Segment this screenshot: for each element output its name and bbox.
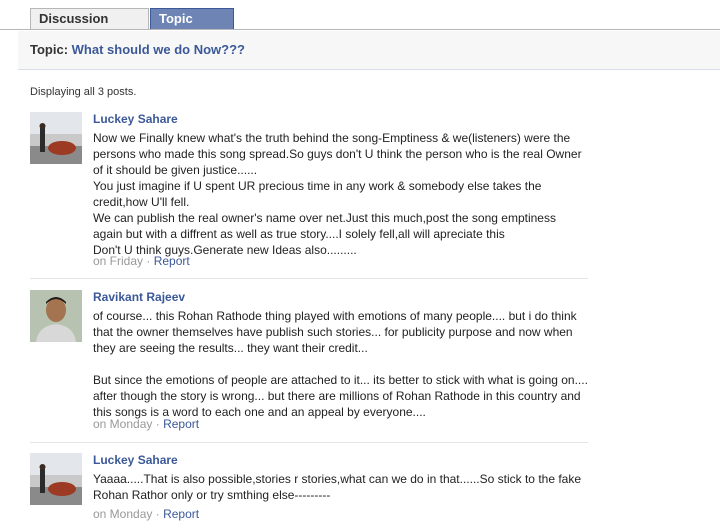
topic-prefix: Topic: — [30, 42, 69, 57]
post-timestamp: on Monday — [93, 417, 153, 431]
post-text: of course... this Rohan Rathode thing pl… — [93, 309, 588, 419]
post-author[interactable]: Luckey Sahare — [93, 453, 178, 467]
post-text: Now we Finally knew what's the truth beh… — [93, 131, 582, 257]
tab-topic-view[interactable]: Topic View — [150, 8, 234, 45]
post-body: Yaaaa.....That is also possible,stories … — [93, 471, 588, 503]
meta-separator: · — [155, 507, 160, 521]
post-count: Displaying all 3 posts. — [30, 86, 137, 98]
post-text: Yaaaa.....That is also possible,stories … — [93, 472, 585, 502]
topic-header: Topic: What should we do Now??? — [18, 31, 720, 70]
post-meta: on Monday · Report — [93, 417, 199, 431]
post-divider — [30, 442, 588, 443]
post-author[interactable]: Luckey Sahare — [93, 112, 178, 126]
topic-title-link[interactable]: What should we do Now??? — [72, 42, 245, 57]
post-divider — [30, 278, 588, 279]
tab-discussion-board[interactable]: Discussion Board — [30, 8, 149, 45]
post-body: of course... this Rohan Rathode thing pl… — [93, 308, 588, 420]
post-author[interactable]: Ravikant Rajeev — [93, 290, 185, 304]
report-link[interactable]: Report — [163, 507, 199, 521]
avatar[interactable] — [30, 112, 82, 164]
post-meta: on Friday · Report — [93, 254, 190, 268]
post: Ravikant Rajeev of course... this Rohan … — [30, 290, 588, 435]
post-timestamp: on Friday — [93, 254, 144, 268]
tab-bar: Discussion Board Topic View — [0, 0, 720, 45]
avatar[interactable] — [30, 453, 82, 505]
post-meta: on Monday · Report — [93, 507, 199, 521]
post: Luckey Sahare Yaaaa.....That is also pos… — [30, 453, 588, 531]
avatar-image — [30, 290, 82, 342]
report-link[interactable]: Report — [154, 254, 190, 268]
post: Luckey Sahare Now we Finally knew what's… — [30, 112, 588, 272]
meta-separator: · — [146, 254, 151, 268]
meta-separator: · — [155, 417, 160, 431]
avatar-image — [30, 453, 82, 505]
post-body: Now we Finally knew what's the truth beh… — [93, 130, 588, 258]
post-timestamp: on Monday — [93, 507, 153, 521]
report-link[interactable]: Report — [163, 417, 199, 431]
avatar-image — [30, 112, 82, 164]
avatar[interactable] — [30, 290, 82, 342]
